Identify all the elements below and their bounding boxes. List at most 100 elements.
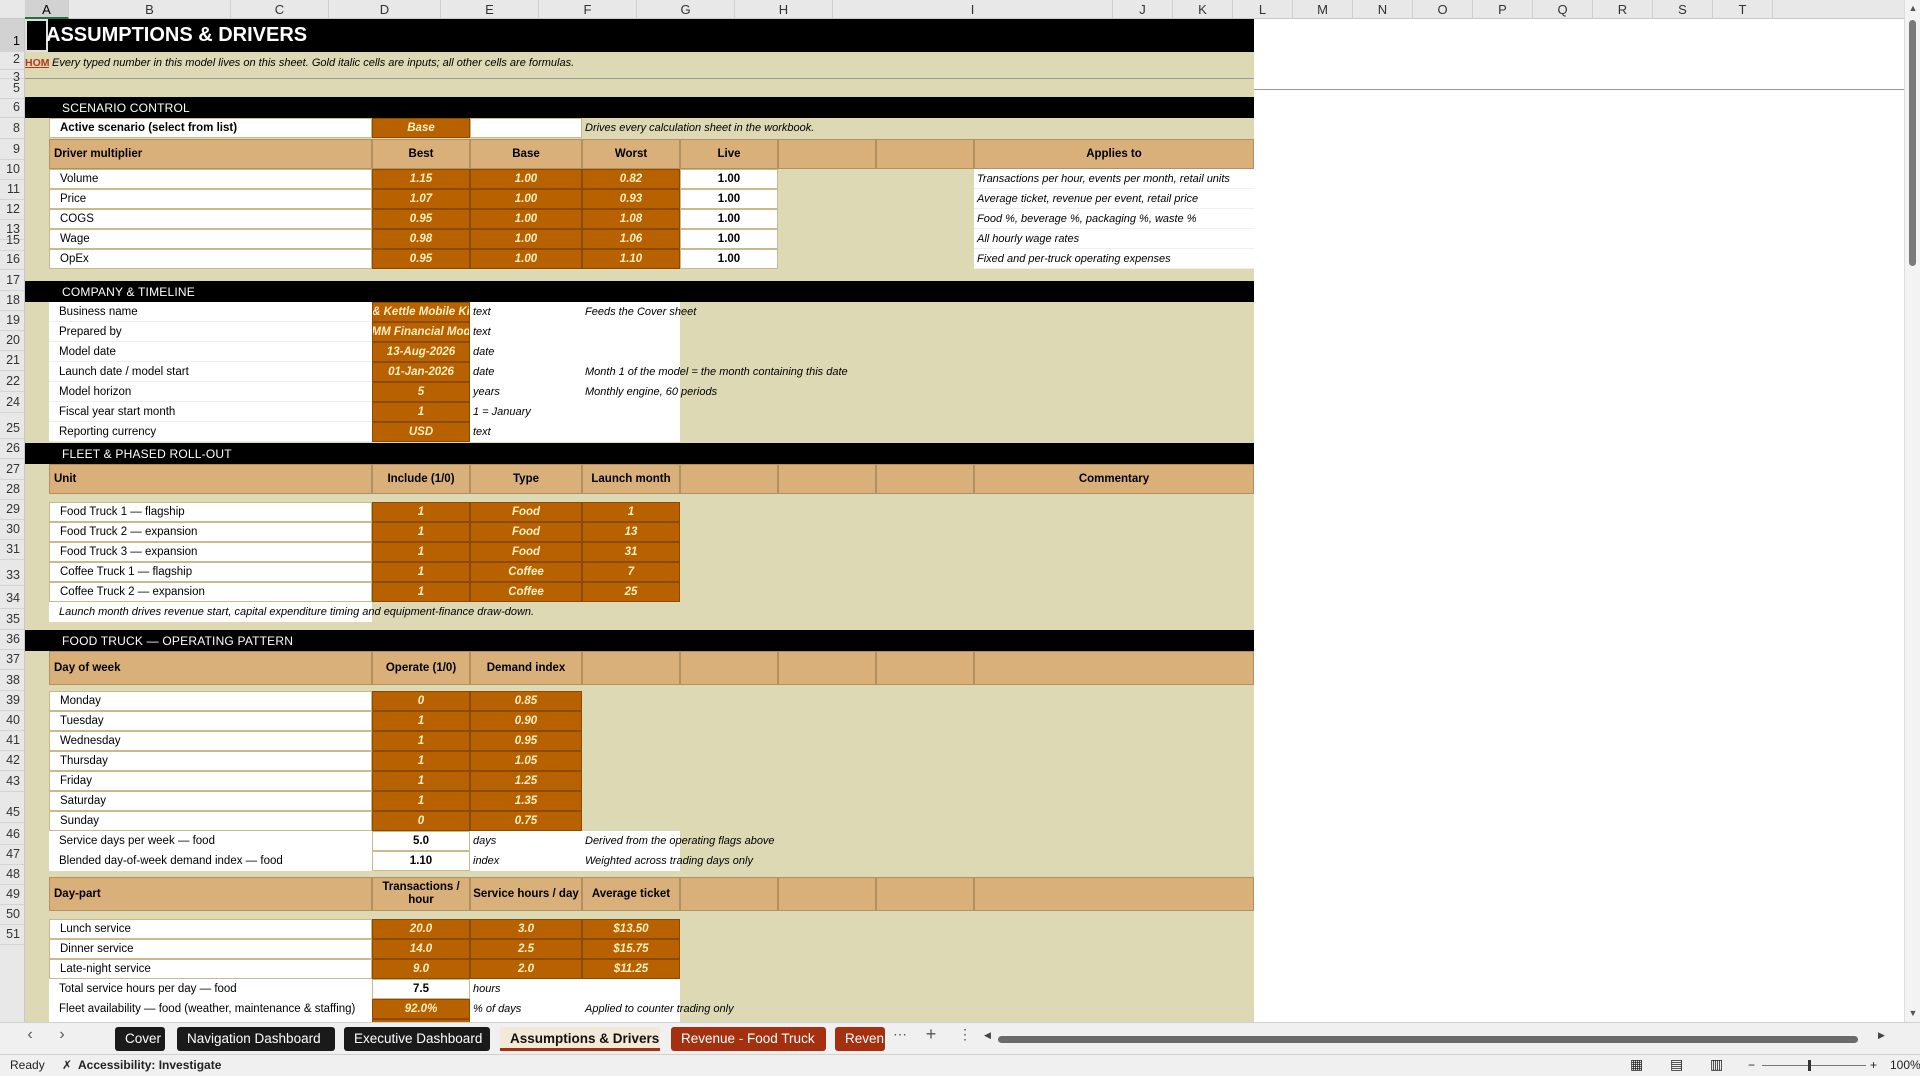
column-header-c[interactable]: C <box>231 0 329 19</box>
column-header-s[interactable]: S <box>1653 0 1713 19</box>
column-header-o[interactable]: O <box>1413 0 1473 19</box>
fleet-launch-1[interactable]: 13 <box>582 522 680 542</box>
fleet-include-3[interactable]: 1 <box>372 562 470 582</box>
column-header-d[interactable]: D <box>329 0 441 19</box>
daypart-hours-0[interactable]: 3.0 <box>470 919 582 939</box>
row-header-6[interactable]: 6 <box>0 99 24 118</box>
day-monday-operate[interactable]: 0 <box>372 691 470 711</box>
row-header-33[interactable]: 33 <box>0 560 24 586</box>
tab-navigation-dashboard[interactable]: Navigation Dashboard <box>177 1027 335 1051</box>
day-monday-demand[interactable]: 0.85 <box>470 691 582 711</box>
driver-price-best[interactable]: 1.07 <box>372 189 470 209</box>
driver-volume-best[interactable]: 1.15 <box>372 169 470 189</box>
row-header-31[interactable]: 31 <box>0 540 24 560</box>
day-thursday-demand[interactable]: 1.05 <box>470 751 582 771</box>
row-header-25[interactable]: 25 <box>0 413 24 439</box>
home-link[interactable]: HOM <box>25 52 49 74</box>
company-value-1[interactable]: MM Financial Mod <box>372 322 470 342</box>
driver-price-base[interactable]: 1.00 <box>470 189 582 209</box>
accessibility-status[interactable]: Accessibility: Investigate <box>78 1058 221 1072</box>
row-header-20[interactable]: 20 <box>0 331 24 351</box>
column-header-l[interactable]: L <box>1233 0 1293 19</box>
accessibility-icon[interactable]: ✗ <box>62 1058 72 1072</box>
row-header-28[interactable]: 28 <box>0 480 24 500</box>
row-header-46[interactable]: 46 <box>0 823 24 845</box>
next-sheet-icon[interactable]: › <box>52 1026 72 1044</box>
row-header-15[interactable]: 15 <box>0 234 24 251</box>
daypart-ticket-0[interactable]: $13.50 <box>582 919 680 939</box>
column-header-k[interactable]: K <box>1173 0 1233 19</box>
fleet-type-1[interactable]: Food <box>470 522 582 542</box>
fleet-include-4[interactable]: 1 <box>372 582 470 602</box>
row-header-50[interactable]: 50 <box>0 905 24 925</box>
column-header-f[interactable]: F <box>539 0 637 19</box>
column-header-h[interactable]: H <box>735 0 833 19</box>
fleet-availability-value[interactable]: 92.0% <box>372 999 470 1019</box>
row-header-29[interactable]: 29 <box>0 500 24 520</box>
scroll-up-icon[interactable]: ▲ <box>1907 3 1919 13</box>
fleet-type-0[interactable]: Food <box>470 502 582 522</box>
driver-cogs-base[interactable]: 1.00 <box>470 209 582 229</box>
day-friday-demand[interactable]: 1.25 <box>470 771 582 791</box>
row-header-22[interactable]: 22 <box>0 371 24 392</box>
prev-sheet-icon[interactable]: ‹ <box>20 1026 40 1044</box>
day-tuesday-demand[interactable]: 0.90 <box>470 711 582 731</box>
day-tuesday-operate[interactable]: 1 <box>372 711 470 731</box>
tab-assumptions-drivers[interactable]: Assumptions & Drivers <box>500 1027 660 1051</box>
vertical-scroll-thumb[interactable] <box>1909 20 1916 266</box>
day-saturday-operate[interactable]: 1 <box>372 791 470 811</box>
day-wednesday-demand[interactable]: 0.95 <box>470 731 582 751</box>
column-header-n[interactable]: N <box>1353 0 1413 19</box>
column-header-m[interactable]: M <box>1293 0 1353 19</box>
fleet-include-2[interactable]: 1 <box>372 542 470 562</box>
fleet-launch-3[interactable]: 7 <box>582 562 680 582</box>
row-header-3[interactable]: 3 <box>0 70 24 84</box>
driver-opex-worst[interactable]: 1.10 <box>582 249 680 269</box>
zoom-out-icon[interactable]: − <box>1748 1058 1755 1072</box>
fleet-launch-2[interactable]: 31 <box>582 542 680 562</box>
day-sunday-operate[interactable]: 0 <box>372 811 470 831</box>
zoom-slider-handle[interactable] <box>1808 1060 1811 1071</box>
row-header-47[interactable]: 47 <box>0 845 24 865</box>
fleet-launch-0[interactable]: 1 <box>582 502 680 522</box>
row-header-40[interactable]: 40 <box>0 711 24 731</box>
company-value-5[interactable]: 1 <box>372 402 470 422</box>
row-header-17[interactable]: 17 <box>0 270 24 291</box>
vertical-scrollbar[interactable]: ▲ ▼ <box>1904 0 1920 1022</box>
day-friday-operate[interactable]: 1 <box>372 771 470 791</box>
sheet-options-icon[interactable]: ⋮ <box>955 1026 975 1043</box>
column-header-t[interactable]: T <box>1713 0 1773 19</box>
driver-volume-worst[interactable]: 0.82 <box>582 169 680 189</box>
driver-wage-best[interactable]: 0.98 <box>372 229 470 249</box>
fleet-launch-4[interactable]: 25 <box>582 582 680 602</box>
row-header-24[interactable]: 24 <box>0 392 24 413</box>
driver-opex-base[interactable]: 1.00 <box>470 249 582 269</box>
add-sheet-icon[interactable]: + <box>921 1024 941 1045</box>
row-header-11[interactable]: 11 <box>0 180 24 200</box>
driver-price-worst[interactable]: 0.93 <box>582 189 680 209</box>
row-header-34[interactable]: 34 <box>0 586 24 609</box>
row-header-1[interactable]: 1 <box>0 19 24 52</box>
zoom-slider[interactable] <box>1762 1065 1866 1066</box>
zoom-in-icon[interactable]: + <box>1870 1058 1877 1072</box>
horizontal-scrollbar[interactable]: ◀ ▶ <box>984 1030 1885 1043</box>
column-header-p[interactable]: P <box>1473 0 1533 19</box>
company-value-0[interactable]: & Kettle Mobile Ki <box>372 302 470 322</box>
page-break-icon[interactable]: ▥ <box>1710 1056 1723 1073</box>
scenario-select[interactable]: Base <box>372 118 470 138</box>
row-header-42[interactable]: 42 <box>0 751 24 771</box>
day-saturday-demand[interactable]: 1.35 <box>470 791 582 811</box>
tab-revenue-truncated[interactable]: Reven <box>835 1027 885 1051</box>
row-header-12[interactable]: 12 <box>0 200 24 220</box>
column-header-e[interactable]: E <box>441 0 539 19</box>
scroll-right-icon[interactable]: ▶ <box>1878 1030 1885 1041</box>
fleet-include-1[interactable]: 1 <box>372 522 470 542</box>
daypart-tph-0[interactable]: 20.0 <box>372 919 470 939</box>
tab-revenue-food-truck[interactable]: Revenue - Food Truck <box>671 1027 826 1051</box>
row-header-26[interactable]: 26 <box>0 439 24 459</box>
driver-opex-best[interactable]: 0.95 <box>372 249 470 269</box>
daypart-hours-1[interactable]: 2.5 <box>470 939 582 959</box>
column-header-g[interactable]: G <box>637 0 735 19</box>
company-value-4[interactable]: 5 <box>372 382 470 402</box>
row-header-45[interactable]: 45 <box>0 792 24 823</box>
